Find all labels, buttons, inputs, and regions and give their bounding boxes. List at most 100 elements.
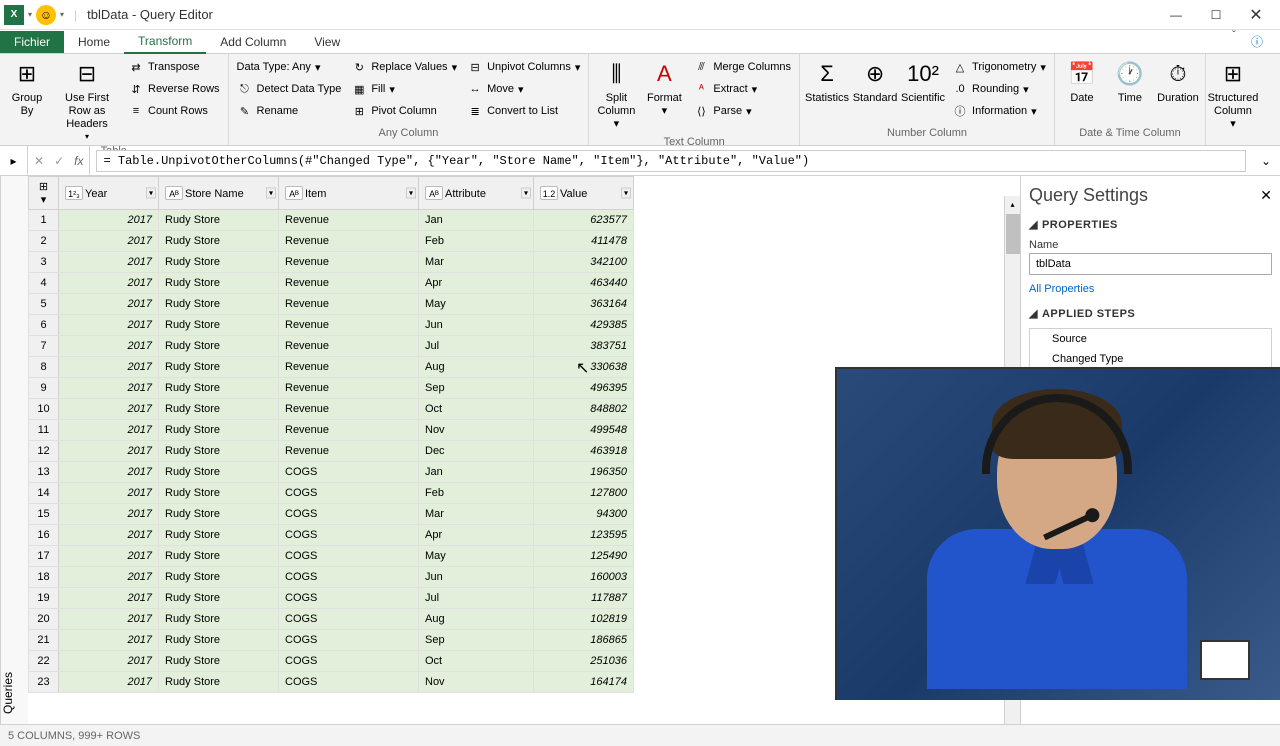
- select-all-button[interactable]: ⊞ ▾: [29, 177, 59, 210]
- cell-year[interactable]: 2017: [59, 504, 159, 525]
- cell-year[interactable]: 2017: [59, 525, 159, 546]
- row-number[interactable]: 22: [29, 651, 59, 672]
- col-header-year[interactable]: 1²₃Year▾: [59, 177, 159, 210]
- cell-attribute[interactable]: Mar: [419, 504, 534, 525]
- cell-item[interactable]: Revenue: [279, 420, 419, 441]
- table-row[interactable]: 2 2017 Rudy Store Revenue Feb 411478: [29, 231, 1020, 252]
- cell-item[interactable]: COGS: [279, 483, 419, 504]
- cell-attribute[interactable]: Jun: [419, 315, 534, 336]
- cell-year[interactable]: 2017: [59, 420, 159, 441]
- cell-value[interactable]: 463918: [534, 441, 634, 462]
- cell-value[interactable]: 411478: [534, 231, 634, 252]
- cell-value[interactable]: 848802: [534, 399, 634, 420]
- close-button[interactable]: ✕: [1236, 1, 1276, 29]
- fx-icon[interactable]: fx: [74, 154, 83, 168]
- scroll-up-icon[interactable]: ▴: [1005, 196, 1020, 212]
- cell-year[interactable]: 2017: [59, 609, 159, 630]
- cell-year[interactable]: 2017: [59, 336, 159, 357]
- filter-store-icon[interactable]: ▾: [266, 188, 276, 199]
- cell-item[interactable]: Revenue: [279, 357, 419, 378]
- qat-dropdown2-icon[interactable]: ▾: [60, 10, 64, 19]
- count-rows-button[interactable]: ≡Count Rows: [124, 100, 224, 122]
- replace-values-button[interactable]: ↻Replace Values ▾: [347, 56, 461, 78]
- cell-store[interactable]: Rudy Store: [159, 210, 279, 231]
- filter-year-icon[interactable]: ▾: [146, 188, 156, 199]
- cell-value[interactable]: 463440: [534, 273, 634, 294]
- cell-item[interactable]: COGS: [279, 546, 419, 567]
- cell-store[interactable]: Rudy Store: [159, 462, 279, 483]
- filter-value-icon[interactable]: ▾: [621, 188, 631, 199]
- step-source[interactable]: Source: [1030, 329, 1271, 349]
- row-number[interactable]: 3: [29, 252, 59, 273]
- cell-value[interactable]: 127800: [534, 483, 634, 504]
- filter-attr-icon[interactable]: ▾: [521, 188, 531, 199]
- date-button[interactable]: 📅Date: [1059, 56, 1105, 107]
- convert-to-list-button[interactable]: ≣Convert to List: [463, 100, 584, 122]
- properties-header[interactable]: ◢PROPERTIES: [1029, 218, 1272, 231]
- cell-value[interactable]: 123595: [534, 525, 634, 546]
- cell-store[interactable]: Rudy Store: [159, 609, 279, 630]
- parse-button[interactable]: ⟨⟩Parse ▾: [689, 100, 795, 122]
- cell-item[interactable]: Revenue: [279, 231, 419, 252]
- cell-value[interactable]: 383751: [534, 336, 634, 357]
- unpivot-button[interactable]: ⊟Unpivot Columns ▾: [463, 56, 584, 78]
- row-number[interactable]: 7: [29, 336, 59, 357]
- row-number[interactable]: 5: [29, 294, 59, 315]
- row-number[interactable]: 13: [29, 462, 59, 483]
- col-header-value[interactable]: 1.2Value▾: [534, 177, 634, 210]
- cell-year[interactable]: 2017: [59, 357, 159, 378]
- extract-button[interactable]: ᴬExtract ▾: [689, 78, 795, 100]
- cell-value[interactable]: 496395: [534, 378, 634, 399]
- cell-value[interactable]: 342100: [534, 252, 634, 273]
- cell-value[interactable]: 623577: [534, 210, 634, 231]
- data-type-button[interactable]: Data Type: Any ▾: [233, 56, 346, 78]
- cell-item[interactable]: COGS: [279, 525, 419, 546]
- fill-button[interactable]: ▦Fill ▾: [347, 78, 461, 100]
- cell-value[interactable]: 160003: [534, 567, 634, 588]
- statistics-button[interactable]: ΣStatistics: [804, 56, 850, 107]
- split-column-button[interactable]: ⫼ Split Column ▾: [593, 56, 639, 134]
- cell-store[interactable]: Rudy Store: [159, 273, 279, 294]
- cell-value[interactable]: 186865: [534, 630, 634, 651]
- cell-year[interactable]: 2017: [59, 210, 159, 231]
- cell-attribute[interactable]: May: [419, 294, 534, 315]
- cell-year[interactable]: 2017: [59, 588, 159, 609]
- cell-value[interactable]: 196350: [534, 462, 634, 483]
- table-row[interactable]: 3 2017 Rudy Store Revenue Mar 342100: [29, 252, 1020, 273]
- formula-input[interactable]: [96, 150, 1246, 172]
- cell-item[interactable]: Revenue: [279, 273, 419, 294]
- cell-value[interactable]: 330638: [534, 357, 634, 378]
- rename-button[interactable]: ✎Rename: [233, 100, 346, 122]
- cell-value[interactable]: 117887: [534, 588, 634, 609]
- step-changed-type[interactable]: Changed Type: [1030, 349, 1271, 369]
- cell-item[interactable]: Revenue: [279, 315, 419, 336]
- cell-attribute[interactable]: Oct: [419, 399, 534, 420]
- group-by-button[interactable]: ⊞ Group By: [4, 56, 50, 120]
- cell-value[interactable]: 499548: [534, 420, 634, 441]
- cell-attribute[interactable]: Jun: [419, 567, 534, 588]
- table-row[interactable]: 4 2017 Rudy Store Revenue Apr 463440: [29, 273, 1020, 294]
- scroll-thumb[interactable]: [1006, 214, 1020, 254]
- cell-value[interactable]: 164174: [534, 672, 634, 693]
- cell-year[interactable]: 2017: [59, 294, 159, 315]
- cell-store[interactable]: Rudy Store: [159, 378, 279, 399]
- row-number[interactable]: 10: [29, 399, 59, 420]
- cell-attribute[interactable]: Sep: [419, 630, 534, 651]
- tab-file[interactable]: Fichier: [0, 31, 64, 53]
- transpose-button[interactable]: ⇄Transpose: [124, 56, 224, 78]
- table-row[interactable]: 1 2017 Rudy Store Revenue Jan 623577: [29, 210, 1020, 231]
- tab-home[interactable]: Home: [64, 31, 124, 53]
- cell-attribute[interactable]: Apr: [419, 273, 534, 294]
- cell-item[interactable]: COGS: [279, 609, 419, 630]
- cell-item[interactable]: Revenue: [279, 252, 419, 273]
- cell-store[interactable]: Rudy Store: [159, 420, 279, 441]
- table-row[interactable]: 7 2017 Rudy Store Revenue Jul 383751: [29, 336, 1020, 357]
- tab-transform[interactable]: Transform: [124, 30, 206, 54]
- row-number[interactable]: 6: [29, 315, 59, 336]
- cell-attribute[interactable]: Mar: [419, 252, 534, 273]
- cell-value[interactable]: 94300: [534, 504, 634, 525]
- row-number[interactable]: 18: [29, 567, 59, 588]
- pivot-button[interactable]: ⊞Pivot Column: [347, 100, 461, 122]
- row-number[interactable]: 17: [29, 546, 59, 567]
- standard-button[interactable]: ⊕Standard: [852, 56, 898, 107]
